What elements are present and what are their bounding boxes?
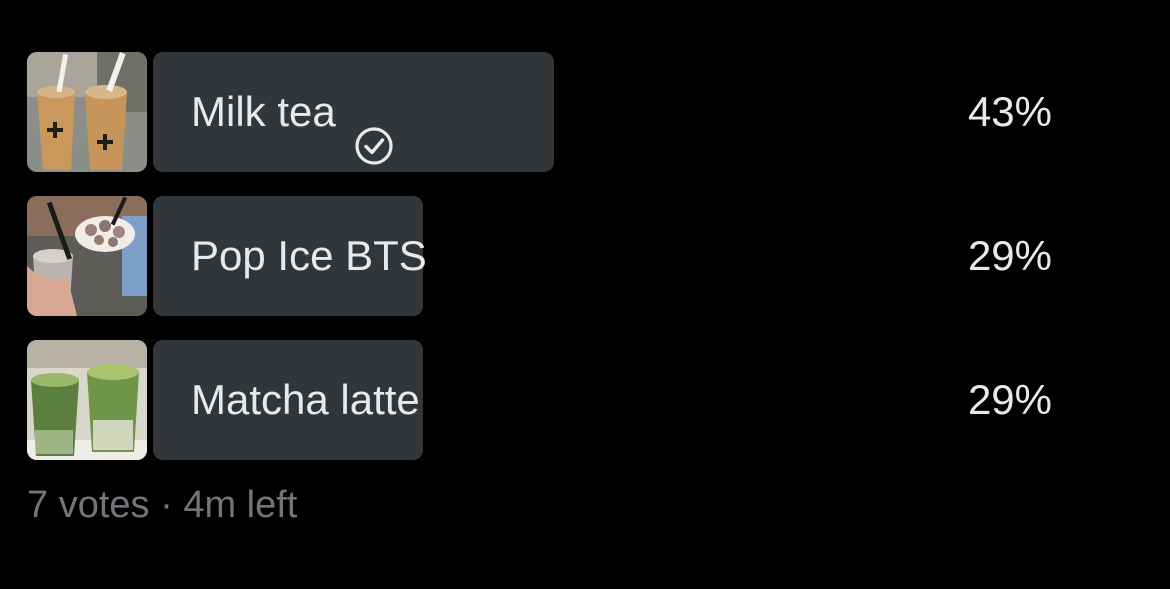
poll-footer: 7 votes · 4m left xyxy=(27,484,297,527)
vote-count: 7 votes xyxy=(27,484,150,526)
poll-option-matcha-latte[interactable]: Matcha latte 29% xyxy=(27,340,1147,460)
option-label: Milk tea xyxy=(191,88,336,135)
option-percent: 29% xyxy=(967,376,1052,423)
poll-option-milk-tea[interactable]: Milk tea 43% xyxy=(27,52,1147,172)
option-label-row: Milk tea xyxy=(191,52,394,172)
option-label-row: Matcha latte xyxy=(191,340,420,460)
matcha-latte-photo[interactable] xyxy=(27,340,147,460)
time-left: 4m left xyxy=(183,484,298,526)
pop-ice-photo[interactable] xyxy=(27,196,147,316)
check-circle-icon xyxy=(354,92,394,165)
option-percent: 29% xyxy=(967,232,1052,279)
option-percent: 43% xyxy=(967,88,1052,135)
option-label: Pop Ice BTS xyxy=(191,232,427,279)
milk-tea-photo[interactable] xyxy=(27,52,147,172)
poll-option-pop-ice-bts[interactable]: Pop Ice BTS 29% xyxy=(27,196,1147,316)
poll: Milk tea 43% Pop Ice BTS 29% Matcha latt… xyxy=(27,52,1147,484)
option-label: Matcha latte xyxy=(191,376,420,423)
option-label-row: Pop Ice BTS xyxy=(191,196,427,316)
separator: · xyxy=(160,484,173,526)
